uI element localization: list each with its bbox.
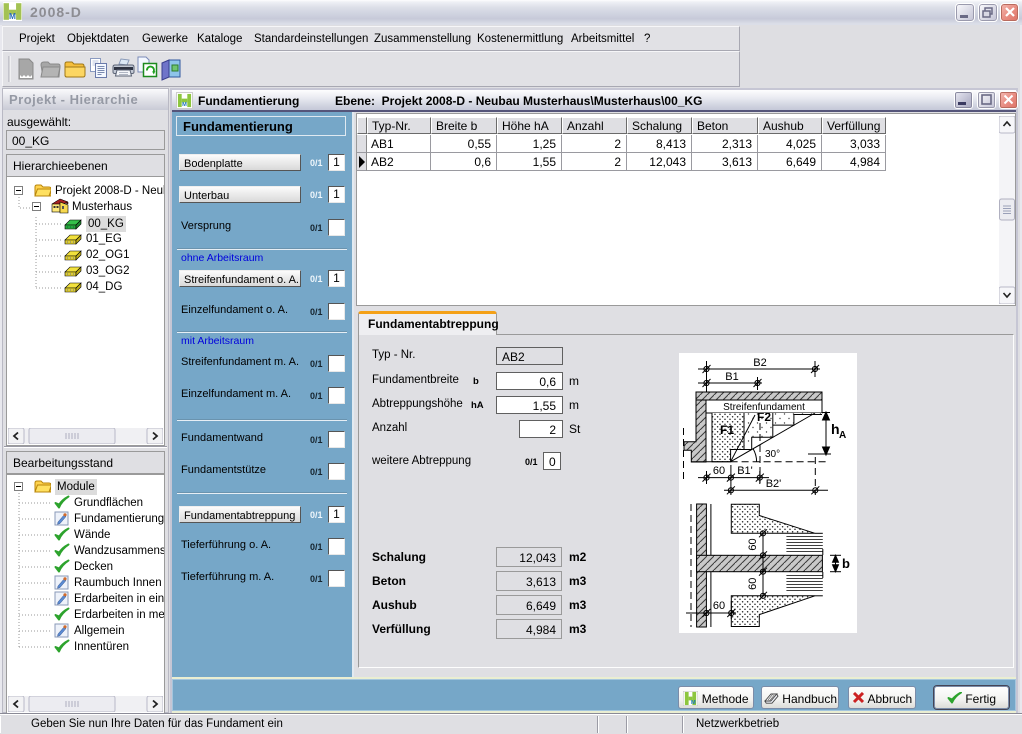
- svg-text:b: b: [842, 556, 850, 571]
- svg-text:M: M: [691, 700, 696, 706]
- svg-text:B1: B1: [725, 371, 738, 383]
- svg-text:B1': B1': [737, 465, 753, 477]
- svg-text:30°: 30°: [765, 449, 780, 460]
- svg-text:60: 60: [747, 538, 759, 550]
- svg-text:B2': B2': [766, 478, 782, 490]
- svg-text:60: 60: [713, 465, 725, 477]
- svg-text:60: 60: [713, 600, 725, 612]
- svg-text:F2: F2: [757, 410, 771, 424]
- svg-text:60: 60: [747, 578, 759, 590]
- svg-text:B2: B2: [753, 357, 766, 369]
- svg-text:M: M: [182, 102, 187, 108]
- svg-text:M: M: [9, 11, 16, 21]
- svg-text:F1: F1: [720, 423, 734, 437]
- svg-text:A: A: [839, 430, 846, 441]
